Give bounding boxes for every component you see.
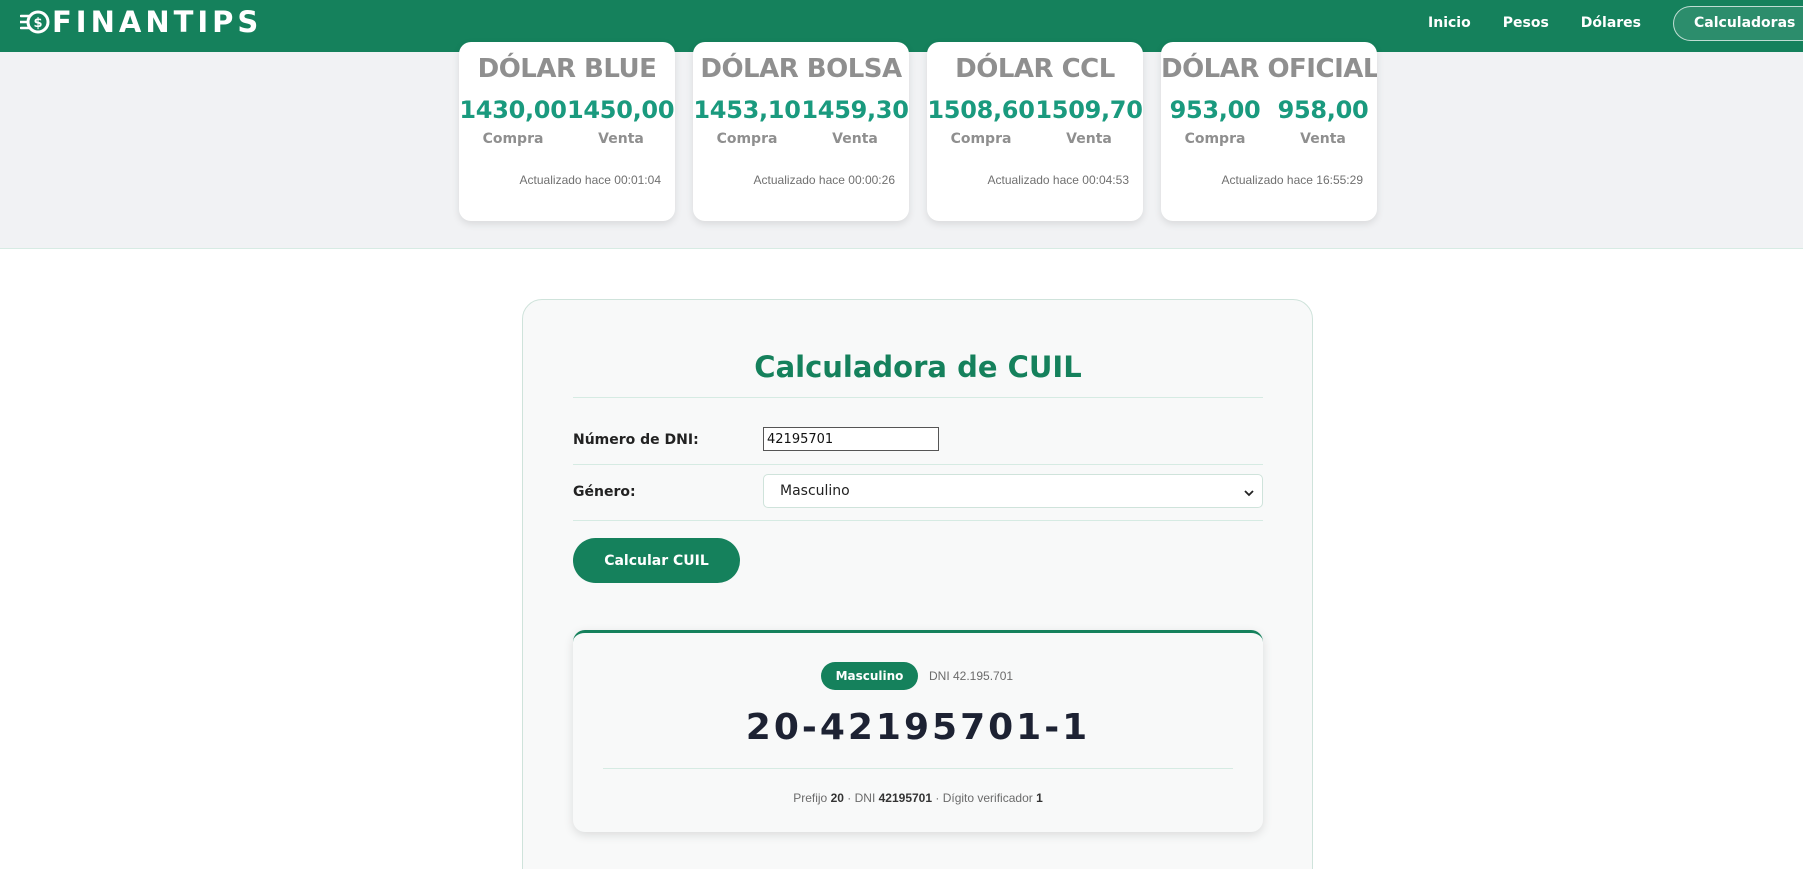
cuil-number: 20-42195701-1 <box>745 707 1091 748</box>
prefix-value: 20 <box>830 791 844 805</box>
rate-updated: Actualizado hace 16:55:29 <box>1221 173 1363 187</box>
rate-compra-label: Compra <box>716 131 778 147</box>
rate-card-ccl[interactable]: DÓLAR CCL 1508,60 1509,70 Compra Venta A… <box>927 42 1143 221</box>
gender-selected-value: Masculino <box>780 483 850 499</box>
rate-venta-value: 1509,70 <box>1035 96 1143 124</box>
divider <box>573 397 1263 398</box>
rate-venta-label: Venta <box>598 131 644 147</box>
result-dni: DNI 42.195.701 <box>929 669 1014 683</box>
rate-compra-label: Compra <box>950 131 1012 147</box>
rate-compra-label: Compra <box>1184 131 1246 147</box>
nav-dolares[interactable]: Dólares <box>1581 15 1641 31</box>
rate-card-bolsa[interactable]: DÓLAR BOLSA 1453,10 1459,30 Compra Venta… <box>693 42 909 221</box>
divider <box>573 464 1263 465</box>
rate-venta-value: 958,00 <box>1277 96 1369 124</box>
rate-updated: Actualizado hace 00:00:26 <box>753 173 895 187</box>
nav-calculadoras[interactable]: Calculadoras <box>1673 5 1803 41</box>
cuil-breakdown: Prefijo 20 · DNI 42195701 · Dígito verif… <box>793 791 1043 805</box>
rate-compra-label: Compra <box>482 131 544 147</box>
rate-compra-value: 1453,10 <box>693 96 801 124</box>
rate-venta-label: Venta <box>832 131 878 147</box>
divider <box>573 520 1263 521</box>
rate-compra-value: 953,00 <box>1169 96 1261 124</box>
cuil-result-card: Masculino DNI 42.195.701 20-42195701-1 P… <box>573 630 1263 832</box>
rate-title: DÓLAR BLUE <box>477 54 657 84</box>
check-digit-value: 1 <box>1036 791 1043 805</box>
dni-value: 42195701 <box>878 791 933 805</box>
rate-venta-value: 1459,30 <box>801 96 909 124</box>
calculator-title: Calculadora de CUIL <box>754 350 1082 384</box>
rate-card-blue[interactable]: DÓLAR BLUE 1430,00 1450,0013 Compra Vent… <box>459 42 675 221</box>
gender-badge: Masculino <box>821 662 918 690</box>
calculate-cuil-button[interactable]: Calcular CUIL <box>573 538 740 583</box>
divider <box>603 768 1233 769</box>
rate-title: DÓLAR OFICIAL <box>1161 54 1377 84</box>
cuil-calculator-panel: Calculadora de CUIL Número de DNI: Géner… <box>522 299 1313 869</box>
rate-compra-value: 1508,60 <box>927 96 1035 124</box>
rate-updated: Actualizado hace 00:01:04 <box>519 173 661 187</box>
rate-card-oficial[interactable]: DÓLAR OFICIAL 953,00 958,00 Compra Venta… <box>1161 42 1377 221</box>
svg-text:$: $ <box>33 16 42 31</box>
chevron-down-icon <box>1244 486 1254 497</box>
rate-venta-label: Venta <box>1300 131 1346 147</box>
brand-name: FINANTIPS <box>52 5 263 39</box>
rate-title: DÓLAR CCL <box>955 54 1115 84</box>
gender-select[interactable]: Masculino <box>763 474 1263 508</box>
dni-input[interactable] <box>763 427 939 451</box>
logo[interactable]: $ FINANTIPS <box>18 5 263 39</box>
nav-inicio[interactable]: Inicio <box>1428 15 1471 31</box>
dni-label: Número de DNI: <box>573 432 699 448</box>
rate-compra-value: 1430,00 <box>459 96 567 124</box>
rate-title: DÓLAR BOLSA <box>700 54 902 84</box>
main-nav: Inicio Pesos Dólares Calculadoras <box>1428 0 1803 46</box>
dollar-coin-icon: $ <box>18 8 50 36</box>
rate-updated: Actualizado hace 00:04:53 <box>987 173 1129 187</box>
rates-band: DÓLAR BLUE 1430,00 1450,0013 Compra Vent… <box>0 42 1803 249</box>
rate-venta-value: 1450,0013 <box>567 96 675 124</box>
gender-label: Género: <box>573 484 636 500</box>
rate-venta-label: Venta <box>1066 131 1112 147</box>
nav-pesos[interactable]: Pesos <box>1503 15 1549 31</box>
